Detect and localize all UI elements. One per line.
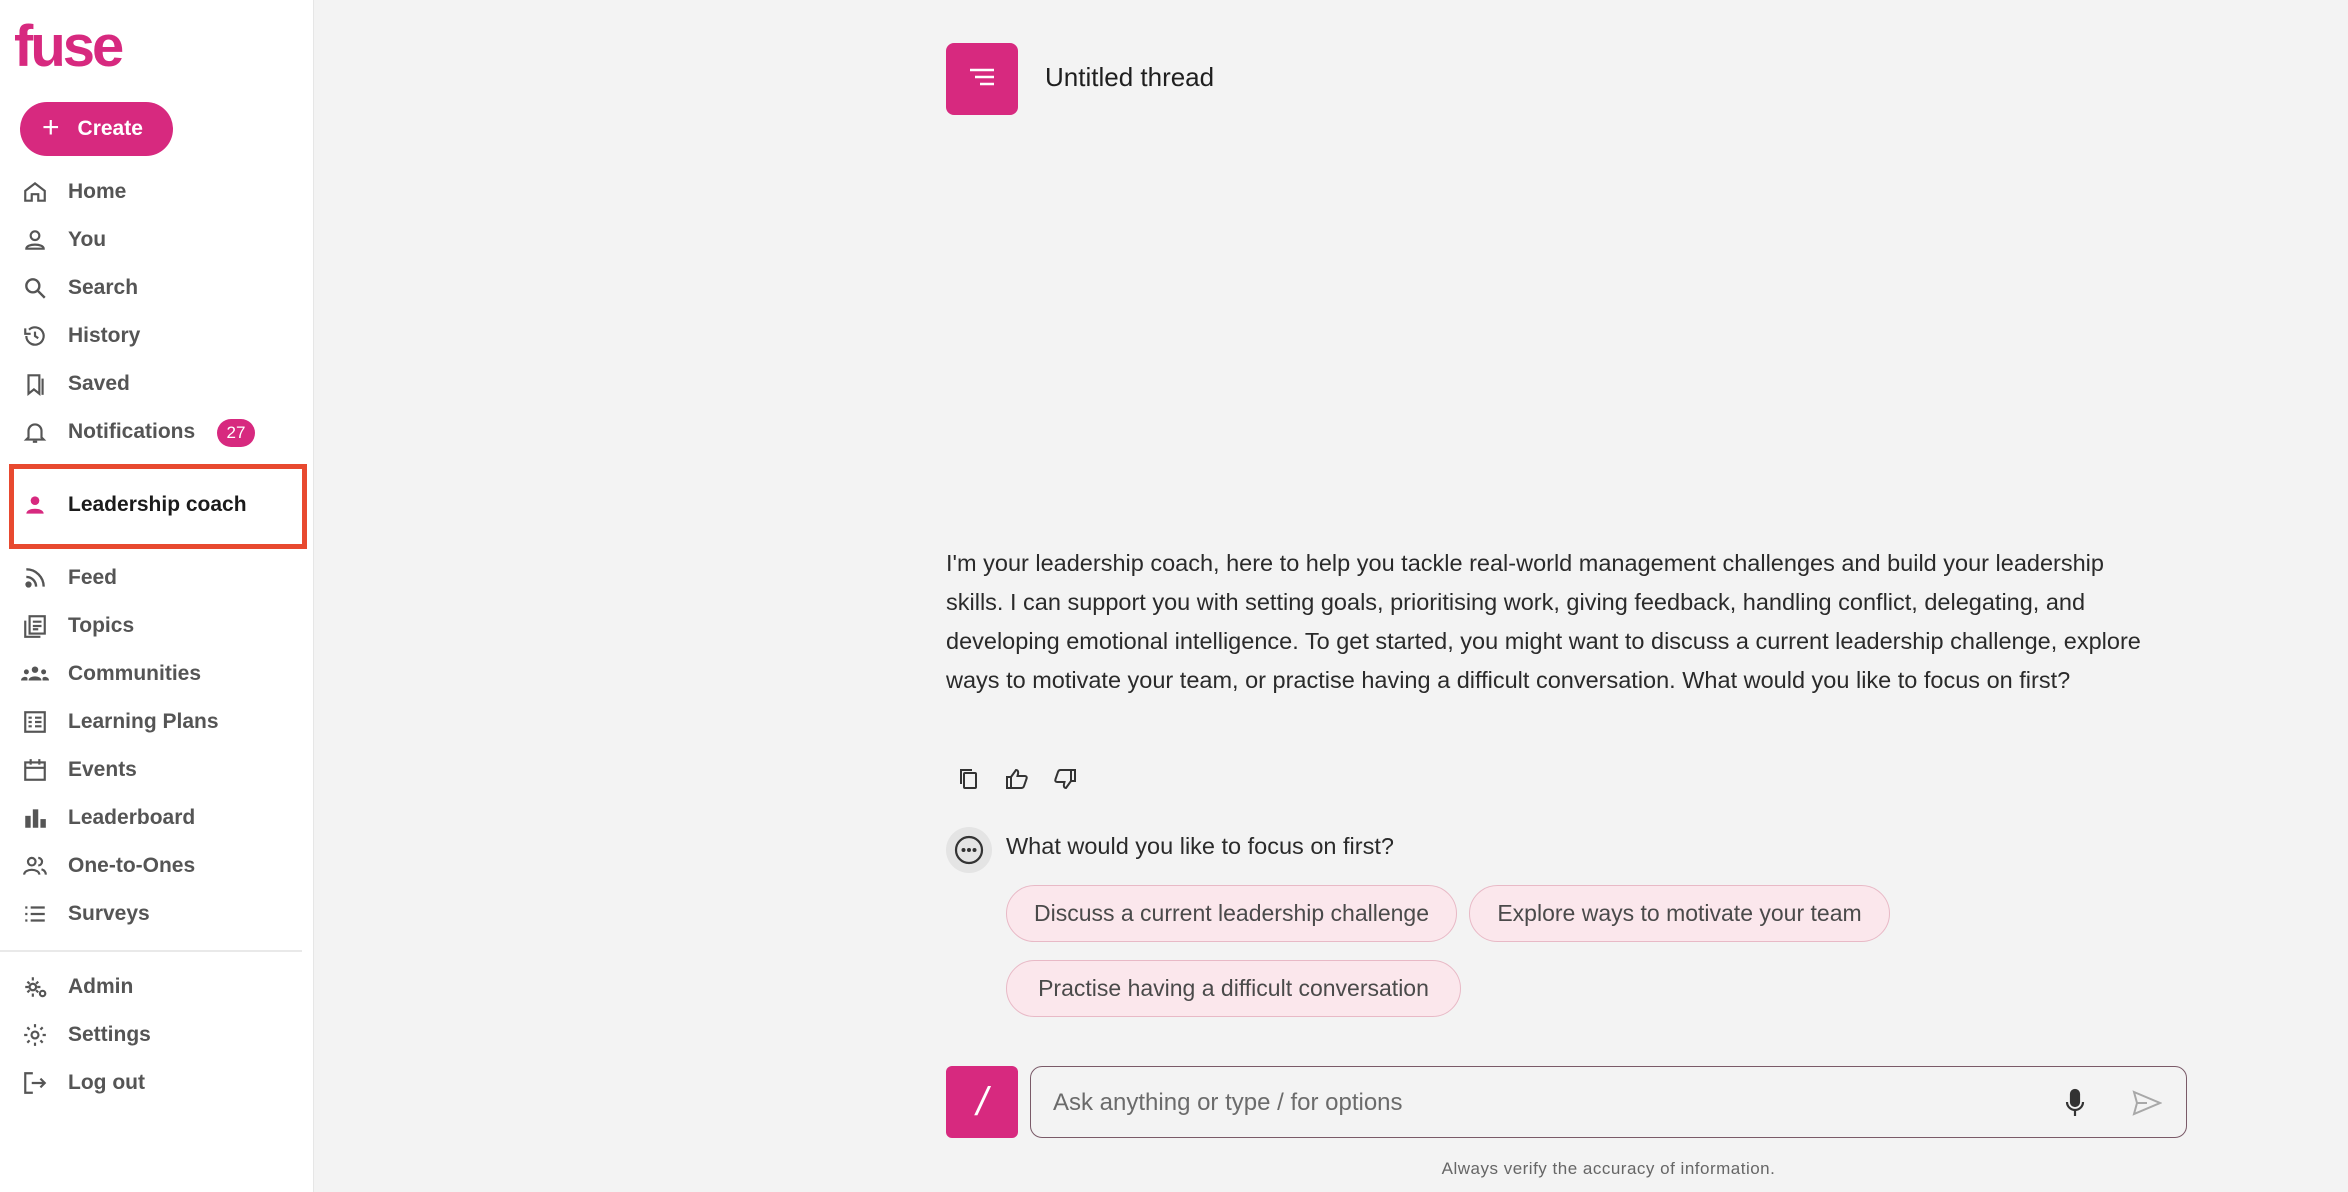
sidebar-item-label: Communities: [68, 662, 202, 685]
bookmark-icon: [20, 369, 50, 399]
chat-input[interactable]: [1053, 1085, 2033, 1121]
notification-count-badge: 27: [217, 419, 255, 447]
sidebar-item-settings[interactable]: Settings: [0, 1011, 314, 1059]
sidebar-item-leaderboard[interactable]: Leaderboard: [0, 794, 314, 842]
create-label: Create: [77, 117, 143, 140]
create-button[interactable]: + Create: [20, 102, 173, 156]
sidebar-item-label: Home: [68, 180, 127, 203]
message-actions: [956, 766, 1078, 792]
people-icon: [20, 851, 50, 881]
logout-icon: [20, 1068, 50, 1098]
sidebar-item-communities[interactable]: Communities: [0, 650, 314, 698]
sidebar-item-label: Surveys: [68, 902, 150, 925]
sidebar-item-feed[interactable]: Feed: [0, 554, 314, 602]
thread-menu-button[interactable]: [946, 43, 1018, 115]
sidebar-item-label: Topics: [68, 614, 135, 637]
slash-commands-button[interactable]: /: [946, 1066, 1018, 1138]
copy-icon[interactable]: [956, 766, 982, 792]
sidebar-item-label: You: [68, 228, 107, 251]
sidebar-divider: [0, 950, 302, 952]
gear-icon: [20, 1020, 50, 1050]
sidebar-item-label: Settings: [68, 1023, 151, 1046]
sidebar-item-label: Feed: [68, 566, 118, 589]
suggestion-chip-motivate-team[interactable]: Explore ways to motivate your team: [1469, 885, 1890, 942]
sidebar-item-label: Search: [68, 276, 139, 299]
sidebar-item-learning-plans[interactable]: Learning Plans: [0, 698, 314, 746]
sidebar-item-admin[interactable]: Admin: [0, 963, 314, 1011]
sidebar-item-label: Learning Plans: [68, 710, 219, 733]
sidebar-item-one-to-ones[interactable]: One-to-Ones: [0, 842, 314, 890]
sidebar-item-label: Saved: [68, 372, 130, 395]
sidebar-item-label: Leadership coach: [68, 493, 247, 516]
sidebar-item-you[interactable]: You: [0, 216, 314, 264]
calendar-icon: [20, 755, 50, 785]
groups-icon: [20, 659, 50, 689]
person-icon: [20, 225, 50, 255]
sidebar-item-surveys[interactable]: Surveys: [0, 890, 314, 938]
sidebar-item-label: Log out: [68, 1071, 145, 1094]
sidebar-item-label: Leaderboard: [68, 806, 196, 829]
send-icon[interactable]: [2131, 1087, 2163, 1119]
admin-gear-icon: [20, 972, 50, 1002]
home-icon: [20, 177, 50, 207]
topics-icon: [20, 611, 50, 641]
person-icon: [20, 490, 50, 520]
rss-icon: [20, 563, 50, 593]
sidebar: fuse + Create Home You Search History Sa…: [0, 0, 314, 1192]
sidebar-item-label: Notifications: [68, 420, 196, 443]
plus-icon: +: [42, 110, 60, 144]
microphone-icon[interactable]: [2059, 1087, 2091, 1119]
sidebar-item-saved[interactable]: Saved: [0, 360, 314, 408]
more-options-icon: [946, 827, 992, 873]
sidebar-item-label: One-to-Ones: [68, 854, 196, 877]
sidebar-item-home[interactable]: Home: [0, 168, 314, 216]
bar-chart-icon: [20, 803, 50, 833]
menu-lines-icon: [967, 65, 997, 94]
sidebar-item-log-out[interactable]: Log out: [0, 1059, 314, 1107]
history-icon: [20, 321, 50, 351]
thumbs-up-icon[interactable]: [1004, 766, 1030, 792]
coach-message: I'm your leadership coach, here to help …: [946, 550, 2141, 693]
sidebar-item-topics[interactable]: Topics: [0, 602, 314, 650]
accuracy-disclaimer: Always verify the accuracy of informatio…: [1441, 1159, 1776, 1178]
plan-icon: [20, 707, 50, 737]
chat-input-box: [1030, 1066, 2187, 1138]
sidebar-item-notifications[interactable]: Notifications 27: [0, 408, 314, 456]
suggestion-chip-leadership-challenge[interactable]: Discuss a current leadership challenge: [1006, 885, 1457, 942]
svg-text:fuse: fuse: [14, 20, 123, 74]
bell-icon: [20, 417, 50, 447]
fuse-logo[interactable]: fuse: [14, 20, 126, 74]
sidebar-item-label: History: [68, 324, 141, 347]
suggestion-chip-difficult-conversation[interactable]: Practise having a difficult conversation: [1006, 960, 1461, 1017]
thumbs-down-icon[interactable]: [1052, 766, 1078, 792]
suggestion-question: What would you like to focus on first?: [1006, 833, 1394, 859]
sidebar-item-label: Events: [68, 758, 137, 781]
sidebar-item-label: Admin: [68, 975, 134, 998]
sidebar-item-history[interactable]: History: [0, 312, 314, 360]
search-icon: [20, 273, 50, 303]
sidebar-item-search[interactable]: Search: [0, 264, 314, 312]
list-icon: [20, 899, 50, 929]
sidebar-item-leadership-coach[interactable]: Leadership coach: [0, 481, 314, 529]
sidebar-item-events[interactable]: Events: [0, 746, 314, 794]
thread-title: Untitled thread: [1045, 62, 1215, 92]
